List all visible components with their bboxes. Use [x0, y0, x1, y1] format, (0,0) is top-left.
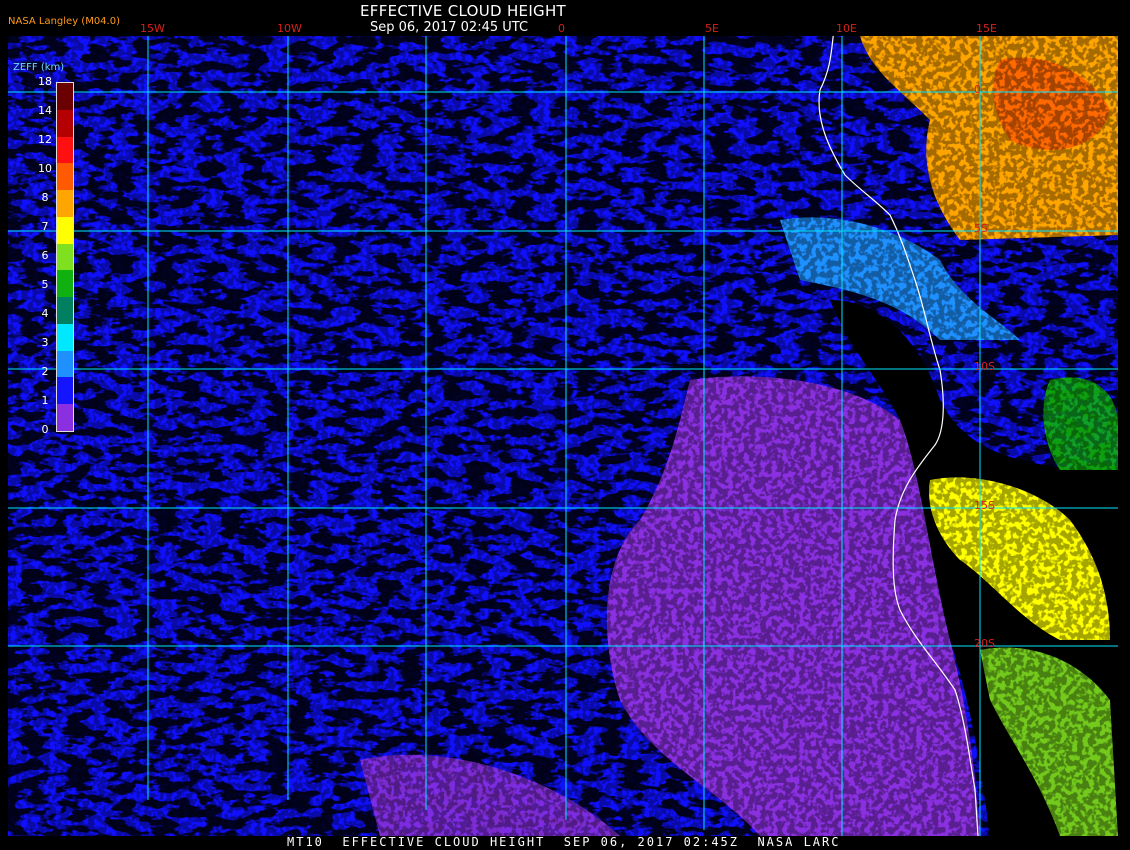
lat-label-20s: 20S: [974, 637, 995, 650]
legend-tick-label: 6: [41, 249, 49, 262]
map-timestamp: Sep 06, 2017 02:45 UTC: [370, 20, 529, 35]
legend-swatch: [57, 136, 73, 164]
lat-label-15s: 15S: [974, 499, 995, 512]
legend-tick-label: 8: [41, 191, 49, 204]
lon-label-15e: 15E: [976, 22, 997, 35]
legend-swatch: [57, 323, 73, 351]
legend-tick-label: 7: [41, 220, 49, 233]
lon-label-0: 0: [558, 22, 565, 35]
legend-tick-label: 2: [41, 365, 49, 378]
lon-label-5e: 5E: [705, 22, 719, 35]
legend-swatch: [57, 297, 73, 325]
legend-swatch: [57, 190, 73, 218]
lon-label-15w: 15W: [140, 22, 165, 35]
legend-title: ZEFF (km): [13, 62, 65, 73]
lon-label-10e: 10E: [836, 22, 857, 35]
producer-credit: NASA Langley (M04.0): [8, 16, 120, 27]
legend-swatch: [57, 404, 73, 432]
legend-tick-label: 3: [41, 336, 49, 349]
legend-swatch: [57, 83, 73, 110]
speckle-overlay: [8, 36, 1118, 836]
legend-tick-label: 5: [41, 278, 49, 291]
legend-swatch: [57, 216, 73, 244]
color-legend: [56, 82, 74, 432]
lon-label-10w: 10W: [277, 22, 302, 35]
lat-label-10s: 10S: [974, 360, 995, 373]
footer-caption: MT10 EFFECTIVE CLOUD HEIGHT SEP 06, 2017…: [287, 835, 841, 849]
legend-tick-label: 10: [38, 162, 52, 175]
map-title: EFFECTIVE CLOUD HEIGHT: [360, 2, 567, 20]
legend-swatch: [57, 377, 73, 405]
legend-tick-label: 18: [38, 75, 52, 88]
legend-tick-label: 0: [41, 423, 49, 436]
legend-tick-label: 12: [38, 133, 52, 146]
legend-swatch: [57, 163, 73, 191]
legend-swatch: [57, 350, 73, 378]
legend-tick-label: 14: [38, 104, 52, 117]
lat-label-5s: 5S: [974, 222, 988, 235]
legend-swatch: [57, 270, 73, 298]
legend-swatch: [57, 109, 73, 137]
legend-tick-label: 1: [41, 394, 49, 407]
legend-tick-label: 4: [41, 307, 49, 320]
satellite-map: EFFECTIVE CLOUD HEIGHT Sep 06, 2017 02:4…: [0, 0, 1130, 850]
cloud-height-map: [8, 36, 1118, 836]
lat-label-0: 0: [974, 83, 981, 96]
legend-swatch: [57, 243, 73, 271]
